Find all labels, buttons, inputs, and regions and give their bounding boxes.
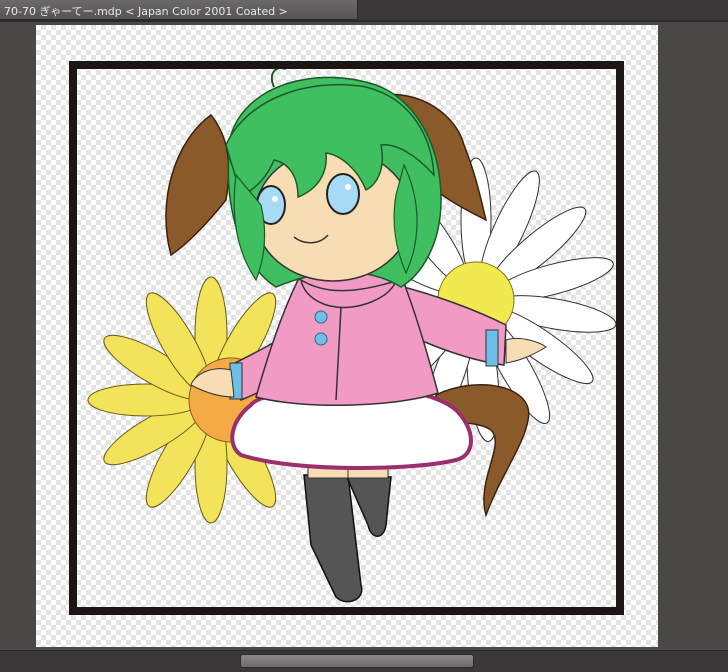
horizontal-scrollbar-thumb[interactable] xyxy=(240,654,474,668)
horizontal-scrollbar[interactable] xyxy=(0,650,728,672)
canvas-workspace[interactable] xyxy=(0,22,728,650)
artwork xyxy=(69,61,624,615)
legs xyxy=(303,459,392,603)
document-tab[interactable]: 70-70 ぎゃーてー.mdp < Japan Color 2001 Coate… xyxy=(0,0,358,20)
right-cuff xyxy=(485,329,499,367)
document-title: 70-70 ぎゃーてー.mdp < Japan Color 2001 Coate… xyxy=(4,5,288,18)
canvas-paper[interactable] xyxy=(36,25,658,647)
title-bar: 70-70 ぎゃーてー.mdp < Japan Color 2001 Coate… xyxy=(0,0,728,22)
left-ear xyxy=(165,113,230,257)
